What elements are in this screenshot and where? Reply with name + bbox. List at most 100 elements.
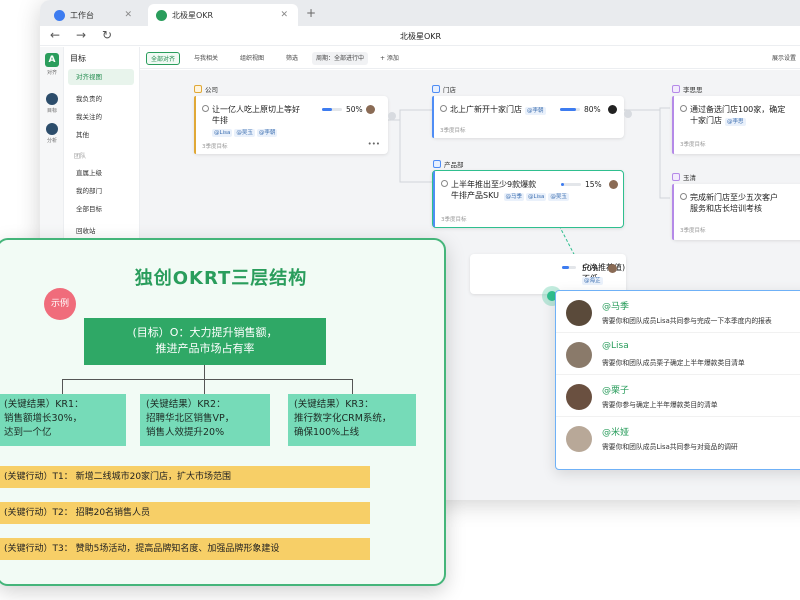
person-icon <box>672 173 680 181</box>
key-action-bar: (关键行动）T1： 新增二线城市20家门店，扩大市场范围 <box>0 466 370 488</box>
kr-line: 达到一个亿 <box>4 427 52 438</box>
sidebar-item-superior[interactable]: 直属上级 <box>68 165 134 181</box>
mention-item[interactable]: @米娅 需要你和团队成员Lisa共同参与对竟品的调研 <box>556 417 800 459</box>
collapse-node-icon[interactable] <box>388 112 396 120</box>
okr-card-yuqing[interactable]: 玉清 完成新门店至少五次客户 服务和店长培训考核 3季度目标 <box>672 173 800 240</box>
assignee-tag[interactable]: @李朝 <box>256 129 278 137</box>
okr-logo-icon <box>156 9 167 21</box>
tab-workbench[interactable]: 工作台 ✕ <box>46 4 142 26</box>
okr-title: 通过备选门店100家，确定 十家门店 @李思 <box>680 104 785 128</box>
mention-item[interactable]: @栗子 需要你参与确定上半年爆款类目的清单 <box>556 375 800 417</box>
target-icon <box>46 93 58 105</box>
key-result-box: (关键结果）KR1： 销售额增长30%， 达到一个亿 <box>0 394 126 446</box>
sidebar-item-mine[interactable]: 我负责的 <box>68 91 134 107</box>
kr-line: 销售额增长30%， <box>4 413 83 424</box>
okr-card-product[interactable]: 产品部 上半年推出至少9款爆款 牛排产品SKU @马季 @Lisa @吴玉 15% … <box>432 160 624 228</box>
collapse-node-icon[interactable] <box>624 110 632 118</box>
progress-percent: 50% <box>582 264 599 273</box>
sidebar-item-trash[interactable]: 回收站 <box>68 223 134 239</box>
sidebar-item-following[interactable]: 我关注的 <box>68 109 134 125</box>
assignee-tag[interactable]: @李朝 <box>525 107 546 115</box>
display-settings-button[interactable]: 展示设置 <box>768 52 800 65</box>
folder-icon <box>194 85 202 93</box>
assignee-tag[interactable]: @Lisa <box>212 129 233 137</box>
sidebar-item-department[interactable]: 我的部门 <box>68 183 134 199</box>
okr-card-stores[interactable]: 门店 北上广新开十家门店 @李朝 80% 3季度目标 <box>432 85 624 138</box>
mention-name: @Lisa <box>602 341 629 351</box>
period-select[interactable]: 周期：全部进行中 <box>312 52 369 65</box>
avatar <box>366 105 375 114</box>
rail-item-align[interactable]: A 对齐 <box>43 53 61 76</box>
sidebar-section-team: 团队 <box>74 153 87 160</box>
okr-card-company[interactable]: 公司 让一亿人吃上原切上等好 牛排 50% @Lisa @吴玉 @李朝 3季度目标 … <box>194 85 388 154</box>
new-tab-icon[interactable]: + <box>306 6 316 20</box>
okr-title: 完成新门店至少五次客户 服务和店长培训考核 <box>680 192 778 214</box>
mention-item[interactable]: @马季 需要你和团队成员Lisa共同参与完成一下本季度内的报表 <box>556 291 800 333</box>
assignee-tag[interactable]: @海芷 <box>582 277 603 285</box>
sidebar-heading: 目标 <box>70 54 86 63</box>
assignee-tag[interactable]: @Lisa <box>526 193 547 201</box>
assignee-tag[interactable]: @吴玉 <box>234 129 255 137</box>
okr-title: 上半年推出至少9款爆款 牛排产品SKU @马季 @Lisa @吴玉 <box>441 179 571 203</box>
card-accent <box>672 184 674 240</box>
card-owner: 玉清 <box>683 174 696 182</box>
rail-label: 分析 <box>46 138 57 144</box>
progress-percent: 15% <box>585 180 602 189</box>
objective-icon <box>202 105 209 112</box>
reload-icon[interactable]: ↻ <box>102 28 112 42</box>
objective-line: (目标）O：大力提升销售额， <box>132 326 278 339</box>
assignee-tag[interactable]: @李思 <box>725 118 746 126</box>
objective-line: 推进产品市场占有率 <box>155 342 255 355</box>
org-view-button[interactable]: 组织视图 <box>236 52 268 65</box>
mention-text: 需要你和团队成员Lisa共同参与对竟品的调研 <box>602 443 738 451</box>
progress-percent: 50% <box>346 105 363 114</box>
chart-icon <box>46 123 58 135</box>
progress-percent: 80% <box>584 105 601 114</box>
sidebar-item-align-view[interactable]: 对齐视图 <box>68 69 134 85</box>
kr-line: (关键结果）KR2： <box>146 399 226 410</box>
progress-bar <box>322 108 342 111</box>
card-period: 3季度目标 <box>680 228 706 234</box>
key-result-box: (关键结果）KR3： 推行数字化CRM系统， 确保100%上线 <box>288 394 416 446</box>
folder-icon <box>433 160 441 168</box>
kr-line: 招聘华北区销售VP， <box>146 413 235 424</box>
mention-item[interactable]: @Lisa 需要你和团队成员栗子确定上半年爆款类目清单 <box>556 333 800 375</box>
sidebar-item-all[interactable]: 全部目标 <box>68 201 134 217</box>
forward-icon[interactable]: → <box>76 28 86 42</box>
objective-icon <box>440 105 447 112</box>
tree-connector <box>62 379 63 394</box>
card-accent <box>672 96 674 154</box>
objective-icon <box>680 105 687 112</box>
add-button[interactable]: + 添加 <box>376 52 403 65</box>
mention-text: 需要你参与确定上半年爆款类目的清单 <box>602 401 718 409</box>
avatar <box>608 105 617 114</box>
sidebar-item-other[interactable]: 其他 <box>68 127 134 143</box>
close-icon[interactable]: ✕ <box>124 10 132 20</box>
key-action-bar: (关键行动）T2： 招聘20名销售人员 <box>0 502 370 524</box>
tab-okr[interactable]: 北极星OKR ✕ <box>148 4 298 26</box>
mention-name: @米娅 <box>602 428 630 438</box>
close-icon[interactable]: ✕ <box>280 10 288 20</box>
rail-item-goals[interactable]: 目标 <box>43 93 61 114</box>
info-card-title: 独创OKRT三层结构 <box>134 268 308 289</box>
progress-fill <box>322 108 332 111</box>
filter-all-align-button[interactable]: 全部对齐 <box>146 52 181 65</box>
okr-title-line: 牛排 <box>212 116 228 125</box>
card-header: 玉清 <box>672 171 696 183</box>
card-accent <box>432 96 434 138</box>
mention-name: @马季 <box>602 302 630 312</box>
okr-card-lisisi[interactable]: 李思思 通过备选门店100家，确定 十家门店 @李思 3季度目标 <box>672 85 800 154</box>
okr-title-line: 让一亿人吃上原切上等好 <box>212 105 300 114</box>
assignee-tag[interactable]: @吴玉 <box>548 193 569 201</box>
kr-line: 推行数字化CRM系统， <box>294 413 392 424</box>
filter-button[interactable]: 筛选 <box>282 52 302 65</box>
assignee-tag[interactable]: @马季 <box>503 193 525 201</box>
filter-related-button[interactable]: 与我相关 <box>190 52 222 65</box>
card-accent <box>194 96 196 154</box>
key-action-bar: (关键行动）T3： 赞助5场活动，提高品牌知名度、加强品牌形象建设 <box>0 538 370 560</box>
back-icon[interactable]: ← <box>50 28 60 42</box>
avatar <box>609 180 618 189</box>
rail-item-analysis[interactable]: 分析 <box>43 123 61 144</box>
mention-name: @栗子 <box>602 386 630 396</box>
more-icon[interactable]: ••• <box>368 140 380 148</box>
